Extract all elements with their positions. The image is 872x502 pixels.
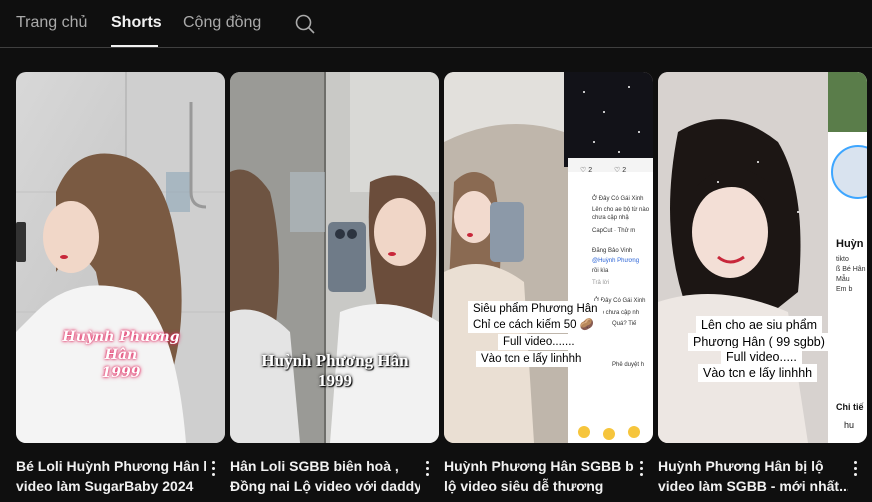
more-options-icon[interactable]	[205, 458, 221, 480]
active-tab-indicator	[111, 45, 158, 47]
tab-community[interactable]: Cộng đồng	[183, 14, 261, 32]
more-options-icon[interactable]	[847, 458, 863, 480]
short-title-line[interactable]: Đồng nai Lộ video với daddy	[230, 476, 420, 496]
profile-line: tikto	[836, 256, 849, 263]
short-title[interactable]: Huỳnh Phương Hân SGBB bị lộ video siêu d…	[444, 456, 634, 496]
screen-reply: rồi kìa	[592, 268, 609, 274]
short-title-line[interactable]: video làm SugarBaby 2024	[16, 476, 206, 496]
screen-comment-text: Lên cho ae bộ từ nào chưa cập nhậ	[592, 207, 650, 221]
more-options-icon[interactable]	[419, 458, 435, 480]
overlay-caption: Full video.......	[498, 334, 580, 350]
screen-comment-author: Ở Đây Có Gái Xinh	[592, 196, 644, 202]
short-thumbnail[interactable]: Huỳn tikto ß Bé Hân Mẫu Em b Chi tiế hu …	[658, 72, 867, 443]
short-thumbnail[interactable]: Huỳnh Phương Hân 1999	[230, 72, 439, 443]
profile-name: Huỳn	[836, 238, 864, 250]
short-title[interactable]: Hân Loli SGBB biên hoà , Đồng nai Lộ vid…	[230, 456, 420, 496]
screen-mention: @Huỳnh Phương	[592, 258, 640, 264]
screen-question: Quá? Tiế	[612, 321, 637, 327]
overlay-caption: 1999	[318, 371, 352, 390]
short-title-line[interactable]: video làm SGBB - mới nhất...	[658, 476, 848, 496]
more-options-icon[interactable]	[633, 458, 649, 480]
tab-shorts[interactable]: Shorts	[111, 14, 162, 32]
screen-comments: ♡ 2	[614, 167, 627, 174]
screen-capcut: CapCut · Thử m	[592, 228, 636, 234]
screen-likes: ♡ 2	[580, 167, 593, 174]
tab-home[interactable]: Trang chủ	[16, 14, 87, 32]
short-title-line[interactable]: Hân Loli SGBB biên hoà ,	[230, 456, 420, 476]
profile-line: ß Bé Hân	[836, 266, 866, 273]
overlay-caption: Vào tcn e lấy linhhh	[476, 351, 587, 367]
short-title-line[interactable]: Huỳnh Phương Hân SGBB bị	[444, 456, 634, 476]
tiktok-watermark-user: @galinhlinh	[834, 375, 866, 381]
profile-line: Mẫu	[836, 276, 850, 283]
screen-suggest: Phê duyệt h	[612, 362, 645, 368]
overlay-caption: Chỉ ce cách kiếm 50 🥔	[468, 317, 600, 333]
screen-comment-author: Đăng Bảo Vinh	[592, 248, 633, 254]
profile-hu: hu	[844, 420, 855, 430]
short-title[interactable]: Huỳnh Phương Hân bị lộ video làm SGBB - …	[658, 456, 848, 496]
profile-line: Em b	[836, 286, 853, 293]
short-title-line[interactable]: Bé Loli Huỳnh Phương Hân lộ	[16, 456, 206, 476]
overlay-caption: Vào tcn e lấy linhhh	[698, 364, 818, 382]
screen-reply-action: Trả lời	[592, 280, 610, 286]
channel-tabs: Trang chủ Shorts Cộng đồng	[0, 0, 872, 48]
overlay-caption: Huỳnh Phương Hân	[261, 351, 409, 370]
short-title-line[interactable]: Huỳnh Phương Hân bị lộ	[658, 456, 848, 476]
short-title-line[interactable]: lộ video siêu dễ thương	[444, 476, 634, 496]
overlay-caption: Lên cho ae siu phẩm	[696, 316, 823, 334]
overlay-caption: Huỳnh Phương Hân	[62, 329, 180, 363]
short-thumbnail[interactable]: ♡ 2 ♡ 2 Ở Đây Có Gái Xinh Lên cho ae bộ …	[444, 72, 653, 443]
overlay-caption: 1999	[101, 365, 141, 381]
search-icon[interactable]	[294, 13, 316, 35]
profile-section: Chi tiế	[836, 402, 864, 412]
tiktok-watermark: TikTok	[842, 364, 867, 373]
short-thumbnail[interactable]: Huỳnh Phương Hân 1999	[16, 72, 225, 443]
overlay-caption: Siêu phẩm Phương Hân	[468, 301, 603, 317]
short-title[interactable]: Bé Loli Huỳnh Phương Hân lộ video làm Su…	[16, 456, 206, 496]
